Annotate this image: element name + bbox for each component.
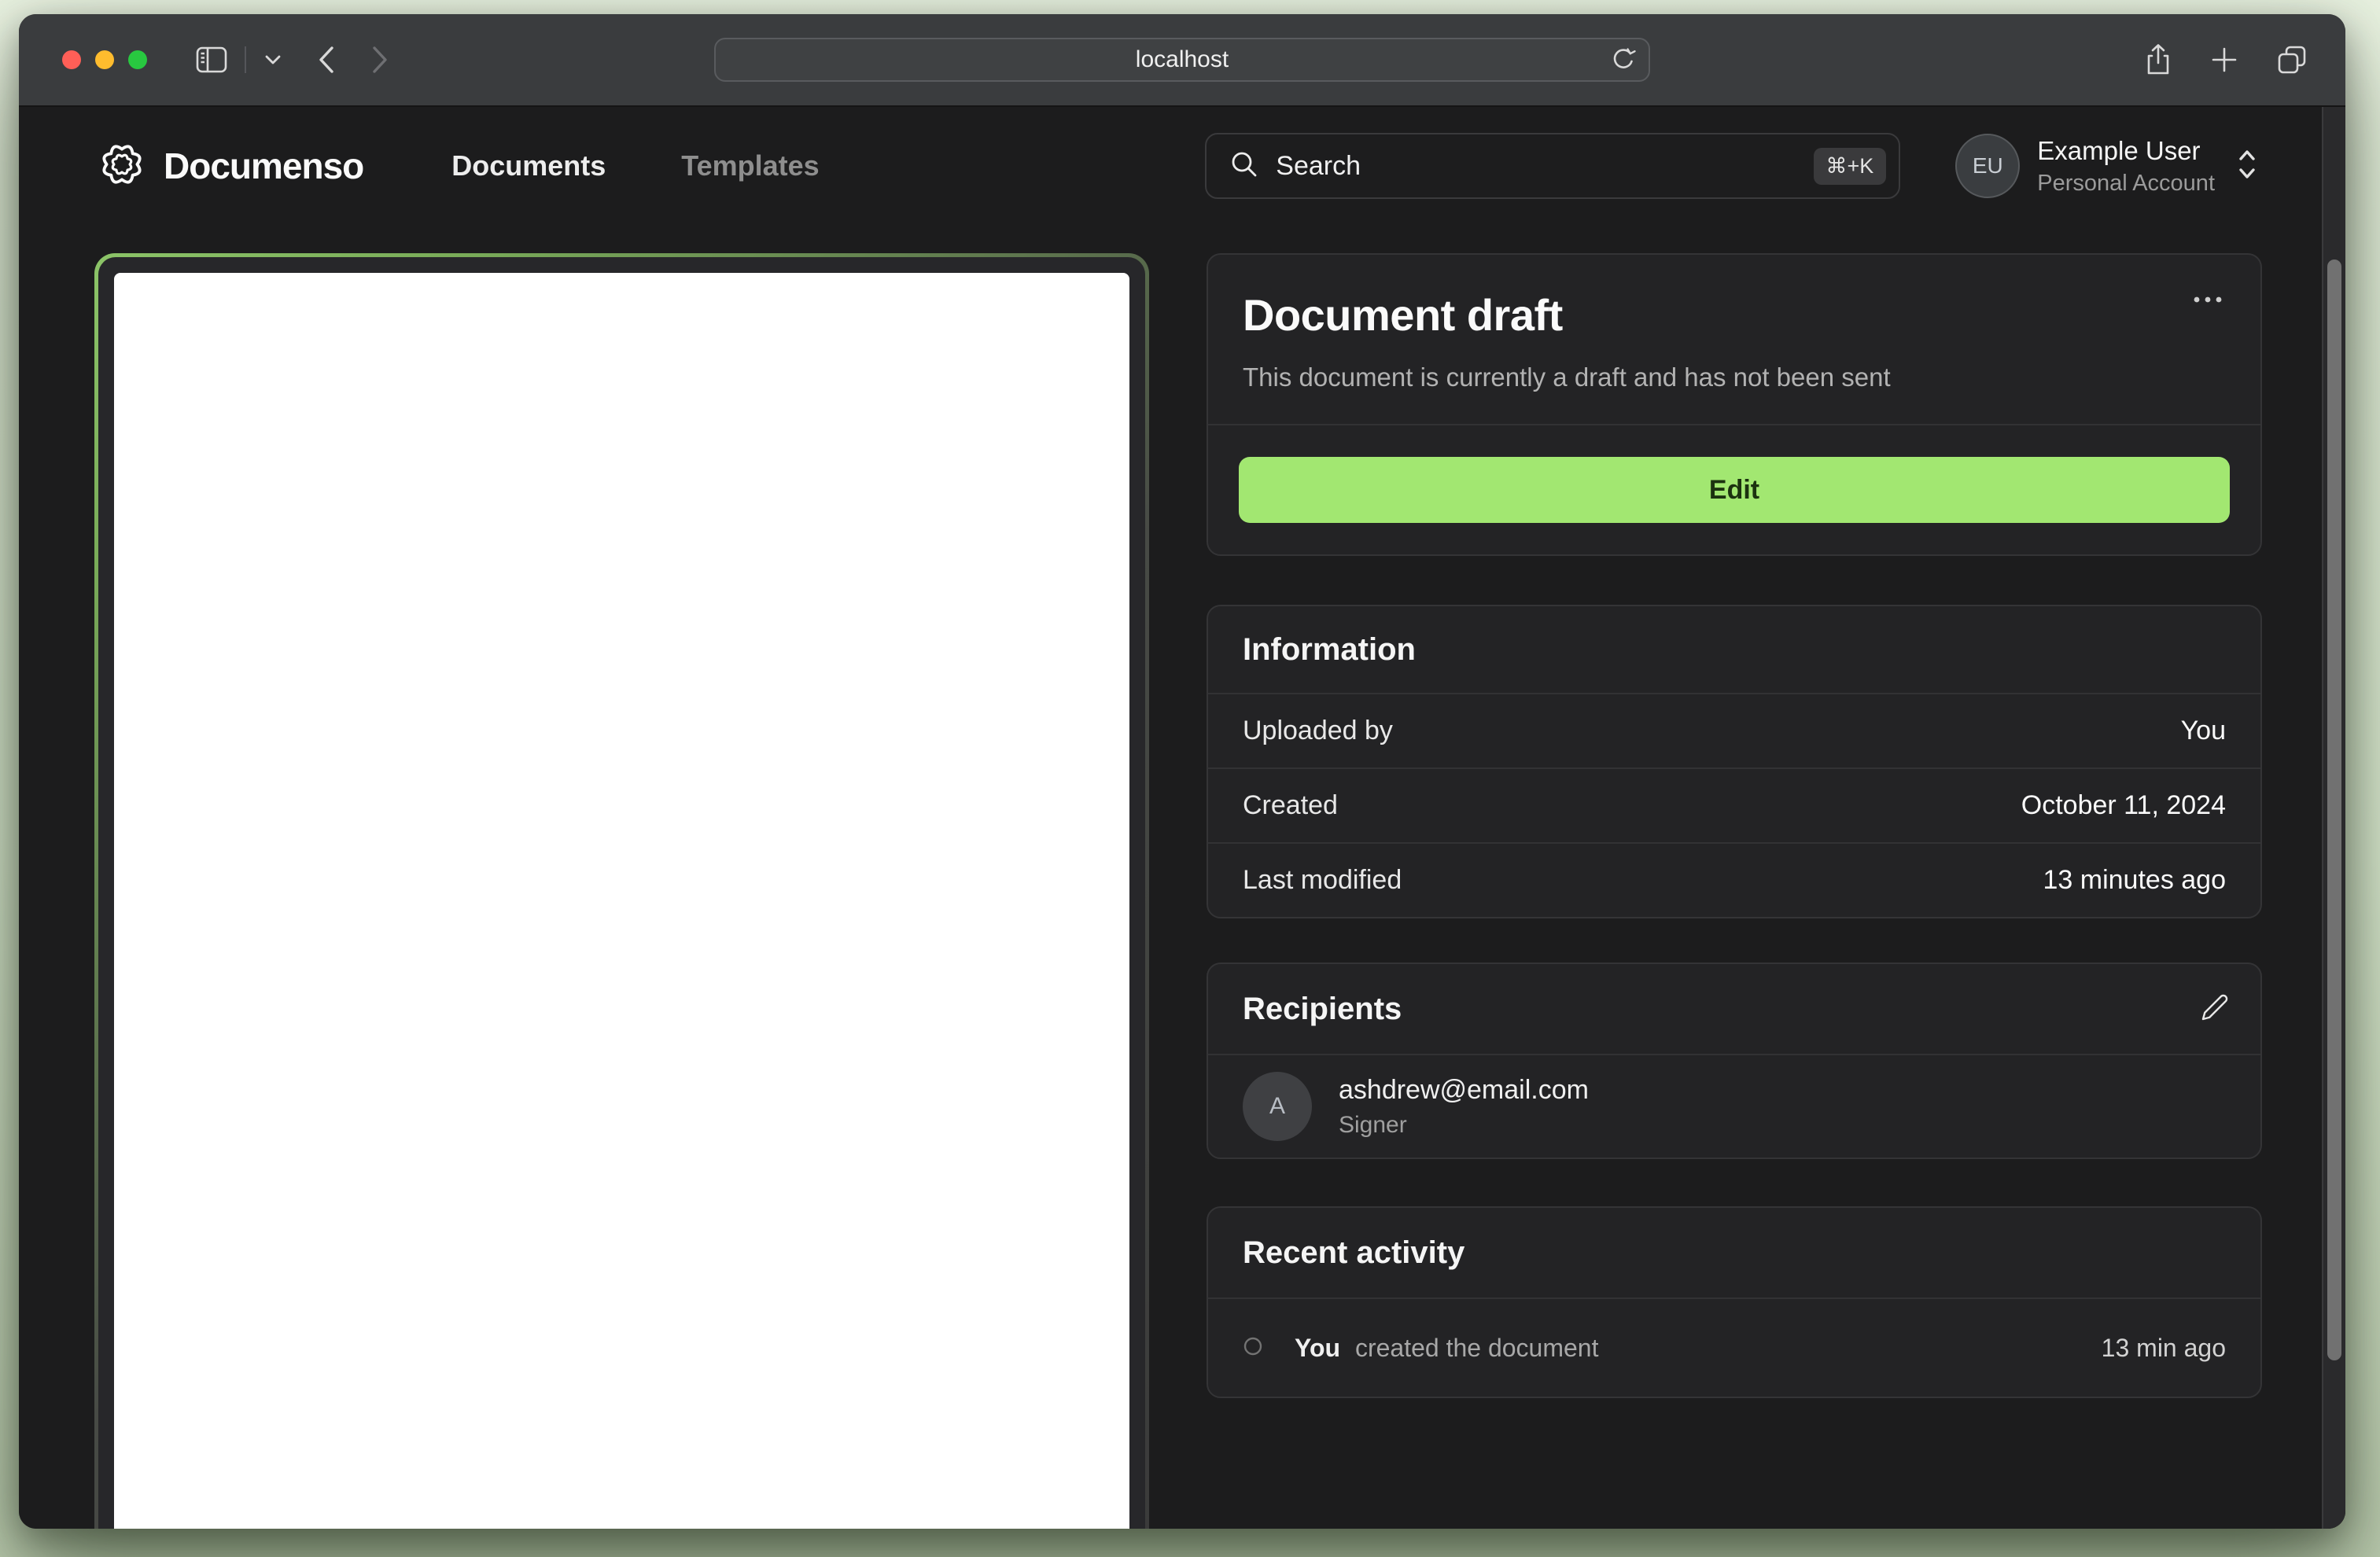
recipients-card: Recipients A ashdrew@email.com Signer bbox=[1207, 963, 2262, 1159]
info-row-created: Created October 11, 2024 bbox=[1243, 790, 2226, 820]
address-bar-url: localhost bbox=[1135, 46, 1229, 72]
account-name: Example User bbox=[2037, 135, 2201, 165]
activity-row: You created the document 13 min ago bbox=[1208, 1299, 2260, 1397]
recent-activity-card: Recent activity You created the document bbox=[1207, 1206, 2262, 1398]
document-page[interactable] bbox=[114, 273, 1129, 1529]
avatar: EU bbox=[1955, 134, 2021, 198]
info-row-uploaded-by: Uploaded by You bbox=[1243, 716, 2226, 745]
main-nav: Documents Templates bbox=[451, 149, 819, 182]
close-window-button[interactable] bbox=[62, 50, 81, 69]
pencil-icon[interactable] bbox=[2201, 993, 2229, 1025]
activity-text: You created the document bbox=[1295, 1333, 1599, 1362]
draft-subtitle: This document is currently a draft and h… bbox=[1243, 363, 1891, 392]
back-icon[interactable] bbox=[317, 45, 336, 75]
search-icon bbox=[1229, 149, 1260, 184]
account-menu[interactable]: EU Example User Personal Account bbox=[1955, 134, 2259, 198]
draft-title: Document draft bbox=[1243, 290, 1563, 340]
nav-templates[interactable]: Templates bbox=[681, 149, 819, 182]
app-content: Documenso Documents Templates Search ⌘+K bbox=[19, 107, 2345, 1529]
document-sidebar: Document draft This document is currentl… bbox=[1207, 253, 2262, 1398]
scrollbar-thumb[interactable] bbox=[2327, 260, 2341, 1360]
browser-window: localhost Documenso Documents Templates … bbox=[19, 14, 2345, 1529]
info-row-last-modified: Last modified 13 minutes ago bbox=[1243, 865, 2226, 895]
account-subtitle: Personal Account bbox=[2037, 170, 2215, 196]
main-content: Document draft This document is currentl… bbox=[94, 253, 2345, 1529]
information-card: Information Uploaded by You Created Octo… bbox=[1207, 605, 2262, 918]
address-bar[interactable]: localhost bbox=[714, 38, 1650, 82]
draft-status-card: Document draft This document is currentl… bbox=[1207, 253, 2262, 556]
information-title: Information bbox=[1243, 631, 1416, 667]
scrollbar-track[interactable] bbox=[2322, 107, 2345, 1529]
chevrons-up-down-icon bbox=[2235, 148, 2259, 185]
nav-documents[interactable]: Documents bbox=[451, 149, 606, 182]
zoom-window-button[interactable] bbox=[128, 50, 147, 69]
tab-overview-icon[interactable] bbox=[2276, 44, 2308, 75]
forward-icon[interactable] bbox=[370, 45, 389, 75]
edit-button[interactable]: Edit bbox=[1239, 457, 2230, 523]
recent-activity-title: Recent activity bbox=[1243, 1235, 1465, 1270]
new-tab-icon[interactable] bbox=[2210, 46, 2238, 74]
sidebar-chevron-down-icon[interactable] bbox=[263, 53, 282, 66]
browser-toolbar: localhost bbox=[19, 14, 2345, 107]
recipient-avatar: A bbox=[1243, 1072, 1312, 1141]
documenso-logo-icon bbox=[98, 140, 146, 193]
activity-dot-icon bbox=[1243, 1336, 1263, 1360]
recipient-email: ashdrew@email.com bbox=[1339, 1074, 1589, 1105]
toolbar-separator bbox=[245, 46, 246, 73]
app-header: Documenso Documents Templates Search ⌘+K bbox=[19, 107, 2345, 225]
brand[interactable]: Documenso bbox=[98, 140, 364, 193]
window-controls bbox=[62, 50, 147, 69]
document-preview-frame bbox=[94, 253, 1149, 1529]
activity-time: 13 min ago bbox=[2101, 1333, 2226, 1362]
sidebar-toggle-icon[interactable] bbox=[196, 46, 227, 73]
ellipsis-icon[interactable] bbox=[2187, 289, 2229, 314]
search-input[interactable]: Search ⌘+K bbox=[1205, 133, 1901, 199]
recipient-role: Signer bbox=[1339, 1111, 1407, 1138]
recipient-row: A ashdrew@email.com Signer bbox=[1208, 1055, 2260, 1158]
reload-icon[interactable] bbox=[1609, 46, 1638, 74]
brand-name: Documenso bbox=[164, 145, 364, 186]
search-placeholder: Search bbox=[1276, 150, 1361, 181]
search-shortcut-badge: ⌘+K bbox=[1813, 147, 1887, 185]
share-icon[interactable] bbox=[2144, 43, 2172, 76]
minimize-window-button[interactable] bbox=[95, 50, 114, 69]
recipients-title: Recipients bbox=[1243, 991, 1402, 1026]
